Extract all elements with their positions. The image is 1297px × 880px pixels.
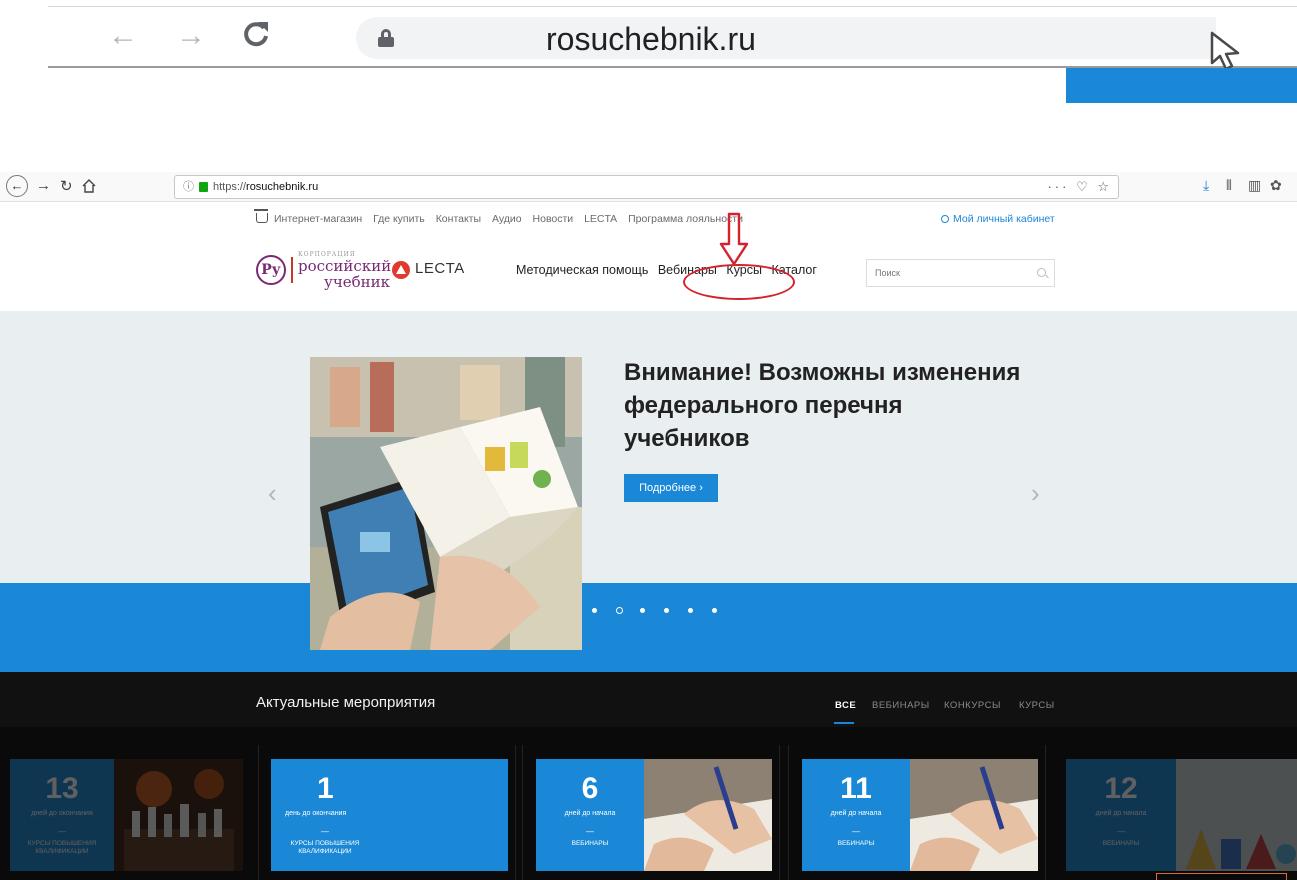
- sidebar-icon[interactable]: ▥: [1248, 177, 1261, 194]
- event-days-number: 12: [1104, 772, 1138, 805]
- personal-cabinet-link[interactable]: Мой личный кабинет: [941, 213, 1055, 225]
- active-filter-underline: [834, 722, 854, 724]
- event-image-writing: [910, 759, 1038, 871]
- download-icon[interactable]: ⤓: [1203, 177, 1209, 194]
- slider-dot[interactable]: [712, 608, 717, 613]
- event-countdown: 1 день до окончания — курсы повышения кв…: [271, 759, 508, 871]
- partial-button[interactable]: [1156, 873, 1287, 880]
- event-days-number: 6: [581, 772, 599, 805]
- top-links: Интернет-магазин Где купить Контакты Ауд…: [274, 213, 751, 225]
- top-link-news[interactable]: Новости: [533, 213, 574, 225]
- search-input[interactable]: [867, 260, 1017, 286]
- annotation-arrow-icon: [719, 212, 749, 266]
- lecta-logo-icon[interactable]: [392, 261, 410, 279]
- event-category: вебинары: [571, 840, 609, 847]
- event-category: курсы повышения квалификации: [27, 840, 97, 855]
- filter-all[interactable]: ВСЕ: [835, 700, 856, 711]
- lock-icon: [378, 29, 394, 47]
- page-actions-icons[interactable]: ··· ♡ ☆: [1047, 176, 1112, 198]
- slider-dot[interactable]: [688, 608, 693, 613]
- slider-prev-icon[interactable]: ‹: [268, 478, 277, 509]
- mouse-cursor-icon: [1210, 31, 1240, 71]
- blue-highlight-block: [1066, 68, 1297, 103]
- extension-icon[interactable]: ✿: [1270, 177, 1282, 194]
- event-days-label: дней до начала: [1095, 810, 1147, 817]
- search-box: [866, 259, 1055, 287]
- library-icon[interactable]: ⫴: [1226, 177, 1232, 194]
- event-card[interactable]: 13 дней до окончания — курсы повышения к…: [10, 759, 243, 871]
- event-card[interactable]: 1 день до окончания — курсы повышения кв…: [271, 759, 508, 871]
- search-icon[interactable]: [1037, 268, 1046, 277]
- event-category: курсы повышения квалификации: [290, 840, 360, 855]
- slider-next-icon[interactable]: ›: [1031, 478, 1040, 509]
- slider-dot[interactable]: [616, 607, 623, 614]
- site-header: Ру КОРПОРАЦИЯ российский учебник LECTA М…: [0, 243, 1297, 309]
- top-link-lecta[interactable]: LECTA: [584, 213, 617, 225]
- lecta-logo-text[interactable]: LECTA: [415, 260, 465, 277]
- logo-line-2: учебник: [324, 273, 391, 291]
- event-image-chemistry: [1176, 759, 1297, 871]
- event-card[interactable]: 12 дней до начала — вебинары: [1066, 759, 1297, 871]
- event-days-label: дней до начала: [830, 810, 882, 817]
- event-days-number: 13: [45, 772, 79, 805]
- browser-toolbar: ← → ↻ ⓘ https://rosuchebnik.ru ··· ♡ ☆ ⤓…: [0, 172, 1297, 202]
- reload-icon[interactable]: [242, 19, 270, 49]
- nav-methodical-help[interactable]: Методическая помощь: [516, 263, 648, 277]
- event-card[interactable]: 11 дней до начала — вебинары: [802, 759, 1038, 871]
- event-countdown: 12 дней до начала — вебинары: [1066, 759, 1176, 871]
- url-bar[interactable]: ⓘ https://rosuchebnik.ru ··· ♡ ☆: [174, 175, 1119, 199]
- hero-image[interactable]: [310, 357, 582, 650]
- cabinet-label: Мой личный кабинет: [953, 213, 1055, 225]
- event-category: вебинары: [1102, 840, 1140, 847]
- zoomed-url-field[interactable]: rosuchebnik.ru: [356, 17, 1216, 59]
- ru-logo-icon[interactable]: Ру: [256, 255, 286, 285]
- site-top-bar: Интернет-магазин Где купить Контакты Ауд…: [0, 209, 1297, 237]
- event-days-label: дней до начала: [564, 810, 616, 817]
- hero-blue-band: [0, 583, 1297, 672]
- back-arrow-icon[interactable]: ←: [108, 21, 138, 51]
- filter-webinars[interactable]: ВЕБИНАРЫ: [872, 700, 930, 711]
- forward-icon[interactable]: →: [36, 177, 51, 194]
- zoomed-url-text: rosuchebnik.ru: [546, 21, 756, 57]
- events-title: Актуальные мероприятия: [256, 694, 436, 711]
- back-button[interactable]: ←: [6, 175, 28, 197]
- event-days-label: день до окончания: [285, 810, 347, 817]
- cart-icon[interactable]: [254, 209, 268, 223]
- top-link-where-to-buy[interactable]: Где купить: [373, 213, 425, 225]
- event-days-number: 1: [317, 772, 334, 805]
- user-icon: [941, 215, 949, 223]
- hero-more-button[interactable]: Подробнее ›: [624, 474, 718, 502]
- event-image-writing: [644, 759, 772, 871]
- event-card[interactable]: 6 дней до начала — вебинары: [536, 759, 772, 871]
- top-link-shop[interactable]: Интернет-магазин: [274, 213, 362, 225]
- top-link-contacts[interactable]: Контакты: [436, 213, 481, 225]
- event-days-number: 11: [840, 772, 872, 805]
- secure-lock-icon[interactable]: [199, 182, 208, 192]
- event-countdown: 11 дней до начала — вебинары: [802, 759, 910, 871]
- filter-courses[interactable]: КУРСЫ: [1019, 700, 1055, 711]
- forward-arrow-icon[interactable]: →: [176, 21, 206, 51]
- screenshot-root: ← → rosuchebnik.ru ← → ↻ ⓘ https://rosuc…: [0, 0, 1297, 880]
- event-category: вебинары: [837, 840, 875, 847]
- top-link-audio[interactable]: Аудио: [492, 213, 522, 225]
- home-icon[interactable]: [82, 179, 96, 193]
- slider-dot[interactable]: [640, 608, 645, 613]
- zoomed-address-bar: ← → rosuchebnik.ru: [48, 6, 1297, 71]
- slider-dot[interactable]: [592, 608, 597, 613]
- filter-contests[interactable]: КОНКУРСЫ: [944, 700, 1001, 711]
- event-days-label: дней до окончания: [31, 810, 93, 817]
- event-countdown: 6 дней до начала — вебинары: [536, 759, 644, 871]
- reload-icon[interactable]: ↻: [60, 177, 73, 195]
- hero-title: Внимание! Возможны изменения федеральног…: [624, 359, 1021, 452]
- url-text: https://rosuchebnik.ru: [213, 181, 319, 193]
- event-image-chess: [114, 759, 243, 871]
- logo-divider: [291, 257, 293, 283]
- rosuchebnik-logo[interactable]: КОРПОРАЦИЯ российский учебник: [298, 251, 391, 290]
- event-countdown: 13 дней до окончания — курсы повышения к…: [10, 759, 114, 871]
- slider-dot[interactable]: [664, 608, 669, 613]
- info-icon[interactable]: ⓘ: [183, 176, 194, 198]
- annotation-ellipse: [683, 264, 795, 300]
